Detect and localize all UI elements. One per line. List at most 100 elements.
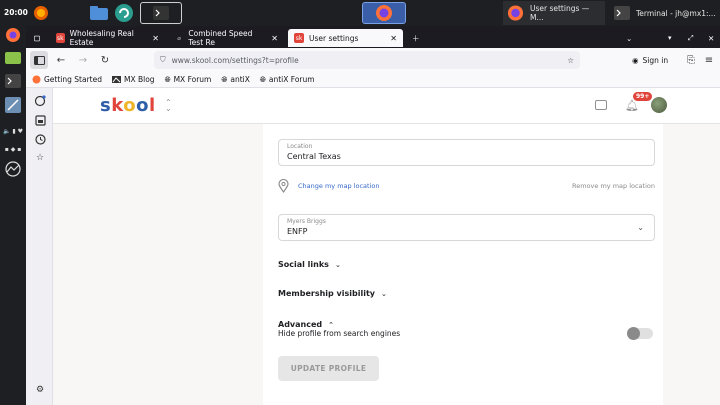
social-links-toggle[interactable]: Social links ⌄ <box>278 260 341 269</box>
reload-button[interactable]: ↻ <box>96 51 114 69</box>
link-favicon-icon: ⌀ <box>177 34 181 42</box>
task-terminal[interactable]: Terminal - jh@mx1:... <box>610 1 720 25</box>
advanced-toggle[interactable]: Advanced ⌃ <box>278 320 334 329</box>
location-field[interactable]: Location Central Texas <box>278 139 655 166</box>
logo-letter: s <box>100 95 112 116</box>
maximize-icon[interactable]: ⤢ <box>682 29 696 47</box>
terminal-icon <box>614 6 630 20</box>
chevron-down-icon: ⌄ <box>380 289 387 298</box>
account-icon: ◉ <box>632 55 639 65</box>
map-location-row: Change my map location Remove my map loc… <box>278 179 655 195</box>
tab-label: Wholesaling Real Estate <box>69 29 134 47</box>
switch-knob <box>627 327 640 340</box>
history-icon[interactable] <box>33 132 47 146</box>
hide-profile-switch[interactable] <box>627 327 653 340</box>
bookmark-getting-started[interactable]: Getting Started <box>32 75 102 84</box>
chevron-down-icon: ⌄ <box>637 223 644 232</box>
browser-sidebar: ☆ ⚙ <box>26 88 53 405</box>
section-label: Social links <box>278 260 329 269</box>
mx-icon <box>112 76 121 83</box>
myers-briggs-label: Myers Briggs <box>287 218 326 225</box>
membership-visibility-toggle[interactable]: Membership visibility ⌄ <box>278 289 387 298</box>
tab-wholesaling[interactable]: sk Wholesaling Real Estate ✕ <box>50 29 165 47</box>
skool-favicon: sk <box>294 33 304 43</box>
change-map-location-link[interactable]: Change my map location <box>298 182 380 190</box>
tab-overview-icon[interactable] <box>28 29 46 47</box>
desktop-taskbar: 20:00 User settings — M... Terminal - jh… <box>0 0 720 26</box>
files-dock-icon[interactable] <box>3 48 23 66</box>
web-page: skool ⌃ ⌄ 🔔︎ 99+ Location Central Texas C… <box>53 88 720 405</box>
new-tab-button[interactable]: ＋ <box>406 29 422 47</box>
close-icon[interactable]: ✕ <box>152 34 159 43</box>
bookmark-antix[interactable]: 🌐︎ antiX <box>221 75 250 85</box>
logo-letter: k <box>111 95 124 116</box>
logo-letter: o <box>136 95 149 116</box>
clock: 20:00 <box>4 8 28 17</box>
terminal-dock-icon[interactable] <box>3 72 23 90</box>
hide-profile-label: Hide profile from search engines <box>278 329 401 338</box>
synced-tabs-icon[interactable] <box>33 113 47 127</box>
firefox-icon <box>507 5 524 21</box>
bookmark-mx-blog[interactable]: MX Blog <box>112 75 155 84</box>
update-icon[interactable] <box>113 2 135 24</box>
tray-icons[interactable]: ▪ ◆ ▪ <box>3 140 23 158</box>
forward-button[interactable]: → <box>74 51 92 69</box>
logo-letter: l <box>148 95 156 116</box>
menu-icon[interactable]: ≡ <box>700 51 718 69</box>
extensions-icon[interactable]: ⎘ <box>682 51 700 69</box>
list-tabs-icon[interactable]: ⌄ <box>620 29 634 47</box>
section-label: Membership visibility <box>278 289 375 298</box>
close-icon[interactable]: ✕ <box>271 34 278 43</box>
location-value: Central Texas <box>287 152 341 161</box>
task-label: User settings — M... <box>529 4 590 22</box>
tab-label: Combined Speed Test Re <box>188 29 253 47</box>
globe-icon: 🌐︎ <box>164 74 171 84</box>
task-label: Terminal - jh@mx1:... <box>636 8 716 18</box>
editor-dock-icon[interactable] <box>3 96 23 114</box>
myers-briggs-select[interactable]: Myers Briggs ENFP ⌄ <box>278 214 655 241</box>
bookmark-star-icon[interactable]: ☆ <box>567 56 574 65</box>
update-profile-button[interactable]: UPDATE PROFILE <box>278 356 379 381</box>
url-bar[interactable]: ⛉ www.skool.com/settings?t=profile ☆ <box>154 51 580 69</box>
tab-bar: sk Wholesaling Real Estate ✕ ⌀ Combined … <box>26 26 720 48</box>
tab-speed-test[interactable]: ⌀ Combined Speed Test Re ✕ <box>169 29 284 47</box>
bookmarks-star-icon[interactable]: ☆ <box>33 151 47 165</box>
remove-map-location-link[interactable]: Remove my map location <box>572 182 655 190</box>
close-icon[interactable]: ✕ <box>390 34 397 43</box>
minimize-icon[interactable]: ▾ <box>662 29 676 47</box>
tab-user-settings[interactable]: sk User settings ✕ <box>288 29 403 47</box>
community-switcher-chevron-icon[interactable]: ⌃ ⌄ <box>165 99 172 113</box>
back-button[interactable]: ← <box>52 51 70 69</box>
window-close-icon[interactable]: ✕ <box>702 29 716 47</box>
file-manager-icon[interactable] <box>88 2 110 24</box>
task-firefox[interactable]: User settings — M... <box>503 1 605 25</box>
sidebar-toggle-icon[interactable] <box>30 51 48 69</box>
volume-icon[interactable]: 🔈 ▮ ♥ <box>3 122 23 140</box>
chat-icon[interactable] <box>595 100 607 110</box>
url-text: www.skool.com/settings?t=profile <box>171 55 299 65</box>
map-pin-icon <box>278 179 289 193</box>
skool-logo[interactable]: skool <box>100 95 156 116</box>
site-info-icon[interactable]: ⛉ <box>160 55 166 65</box>
firefox-dock-icon[interactable] <box>3 26 23 44</box>
notification-badge: 99+ <box>633 92 653 101</box>
sign-in-button[interactable]: ◉ Sign in <box>632 52 668 68</box>
bookmarks-toolbar: Getting Started MX Blog 🌐︎ MX Forum 🌐︎ a… <box>26 72 720 88</box>
settings-gear-icon[interactable]: ⚙ <box>33 383 47 397</box>
terminal-launcher-icon[interactable] <box>140 2 182 24</box>
logo-letter: o <box>123 95 137 116</box>
skool-favicon: sk <box>56 33 65 43</box>
firefox-taskbar-icon[interactable] <box>362 2 406 24</box>
bookmark-antix-forum[interactable]: 🌐︎ antiX Forum <box>260 75 315 85</box>
app-icon[interactable] <box>30 2 52 24</box>
myers-briggs-value: ENFP <box>287 227 308 236</box>
user-avatar[interactable] <box>651 97 667 113</box>
ai-chatbot-icon[interactable] <box>33 94 47 108</box>
section-label: Advanced <box>278 320 323 329</box>
tab-label: User settings <box>309 33 359 43</box>
browser-window: sk Wholesaling Real Estate ✕ ⌀ Combined … <box>26 26 720 405</box>
navigation-toolbar: ← → ↻ ⛉ www.skool.com/settings?t=profile… <box>26 48 720 72</box>
system-monitor-icon[interactable] <box>3 160 23 178</box>
chevron-up-icon: ⌃ <box>328 320 334 329</box>
bookmark-mx-forum[interactable]: 🌐︎ MX Forum <box>165 75 212 85</box>
